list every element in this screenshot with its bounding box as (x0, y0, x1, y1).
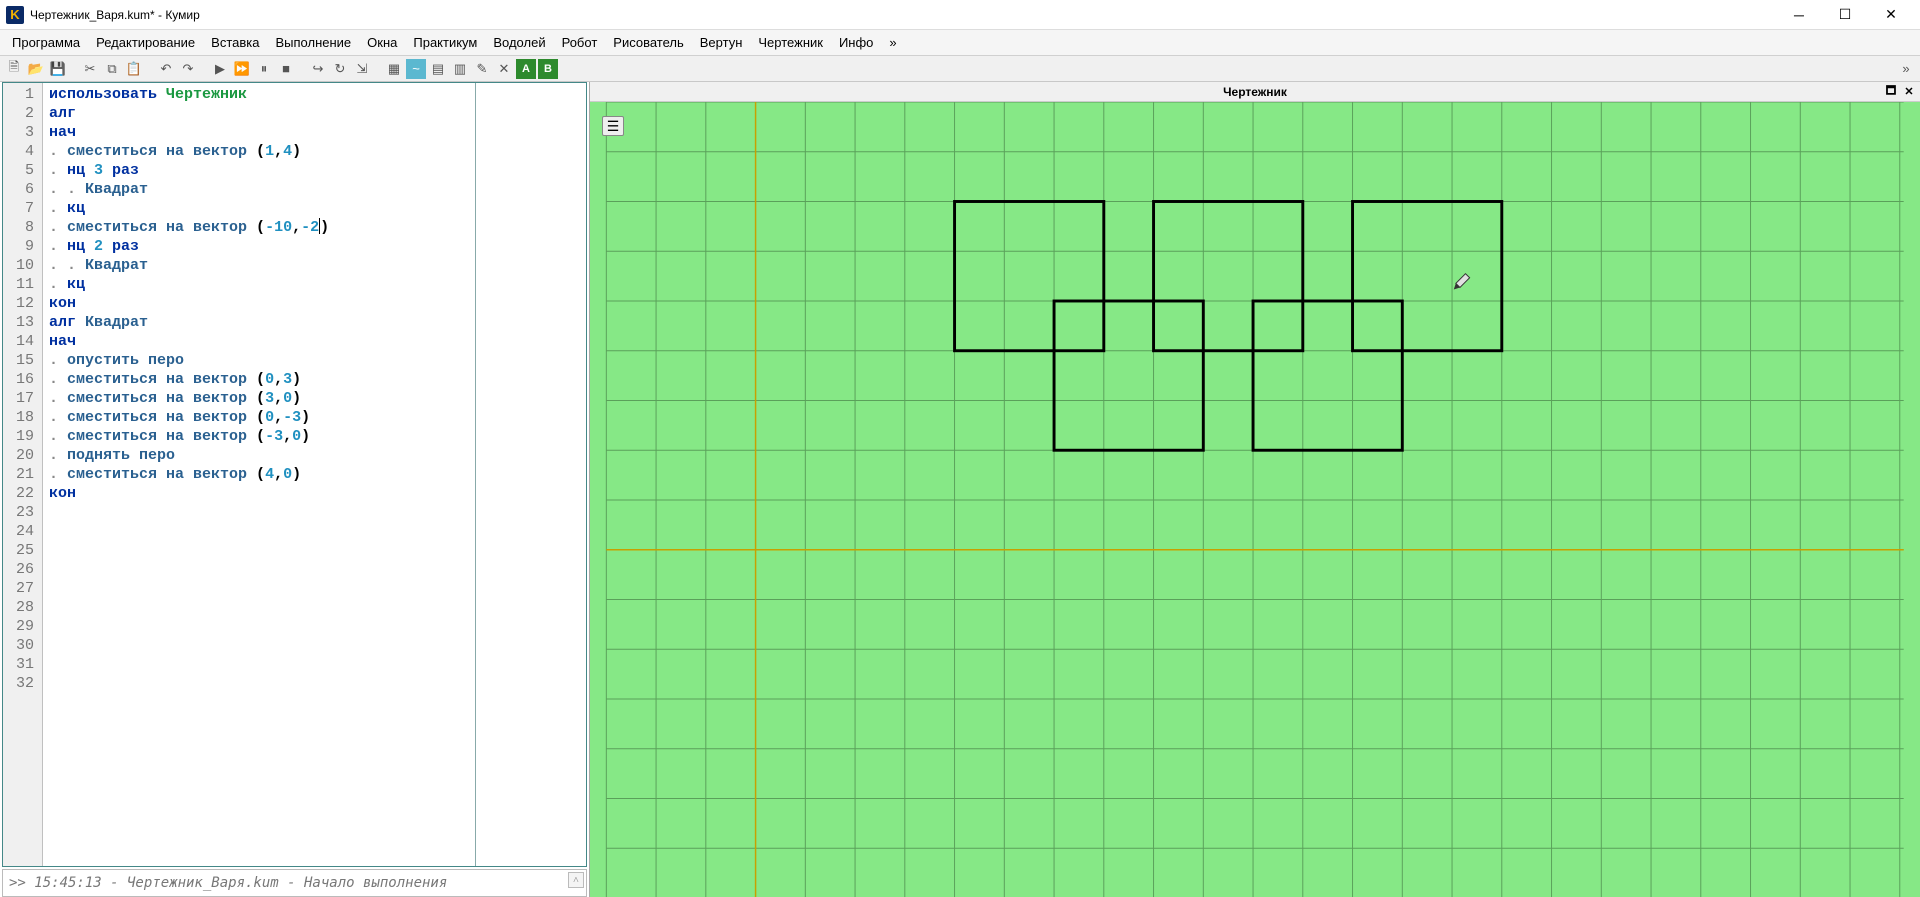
line-gutter: 1234567891011121314151617181920212223242… (3, 83, 43, 866)
copy-icon[interactable]: ⧉ (102, 59, 122, 79)
editor-margin (476, 83, 586, 866)
performer-grid1-icon[interactable]: ▤ (428, 59, 448, 79)
code-line: . нц 2 раз (49, 237, 469, 256)
performer-draw-icon[interactable]: ✎ (472, 59, 492, 79)
open-file-icon[interactable]: 📂 (26, 59, 46, 79)
menu-item[interactable]: Выполнение (267, 32, 359, 53)
code-line: . опустить перо (49, 351, 469, 370)
expand-panel-icon[interactable]: » (1896, 59, 1916, 79)
minimize-button[interactable]: ─ (1776, 0, 1822, 30)
code-line: . сместиться на вектор (0,-3) (49, 408, 469, 427)
close-button[interactable]: ✕ (1868, 0, 1914, 30)
code-line: . нц 3 раз (49, 161, 469, 180)
menu-item[interactable]: Практикум (405, 32, 485, 53)
canvas-title: Чертежник (1223, 85, 1287, 99)
paste-icon[interactable]: 📋 (124, 59, 144, 79)
new-file-icon[interactable]: 🗎 (4, 59, 24, 79)
canvas-close-icon[interactable]: ✕ (1902, 84, 1916, 98)
menu-item[interactable]: Окна (359, 32, 405, 53)
code-line: . поднять перо (49, 446, 469, 465)
code-line: . кц (49, 199, 469, 218)
menu-item[interactable]: Инфо (831, 32, 881, 53)
menu-item[interactable]: Редактирование (88, 32, 203, 53)
run-icon[interactable]: ▶ (210, 59, 230, 79)
menu-item[interactable]: Робот (554, 32, 606, 53)
titlebar: K Чертежник_Варя.kum* - Кумир ─ ☐ ✕ (0, 0, 1920, 30)
menu-item[interactable]: Вертун (692, 32, 751, 53)
code-line: нач (49, 123, 469, 142)
console-scroll-up-icon[interactable]: ˄ (568, 872, 584, 888)
menu-item[interactable]: Рисователь (605, 32, 691, 53)
output-console[interactable]: >> 15:45:13 - Чертежник_Варя.kum - Начал… (2, 869, 587, 897)
code-line: . . Квадрат (49, 180, 469, 199)
code-line: . сместиться на вектор (-10,-2) (49, 218, 469, 237)
code-line: . сместиться на вектор (3,0) (49, 389, 469, 408)
code-line: нач (49, 332, 469, 351)
performer-green1-icon[interactable]: A (516, 59, 536, 79)
code-editor[interactable]: 1234567891011121314151617181920212223242… (2, 82, 587, 867)
toolbar: 🗎 📂 💾 ✂ ⧉ 📋 ↶ ↷ ▶ ⏩ ⏸ ■ ↪ ↻ ⇲ ▦ ~ ▤ ▥ ✎ … (0, 56, 1920, 82)
drawing-canvas[interactable]: ☰ (590, 102, 1920, 897)
step-into-icon[interactable]: ⇲ (352, 59, 372, 79)
menu-item[interactable]: » (881, 32, 904, 53)
code-line: . сместиться на вектор (4,0) (49, 465, 469, 484)
performer-robot-icon[interactable]: ▦ (384, 59, 404, 79)
redo-icon[interactable]: ↷ (178, 59, 198, 79)
canvas-maximize-icon[interactable]: 🗖 (1884, 84, 1898, 98)
code-line: . . Квадрат (49, 256, 469, 275)
run-fast-icon[interactable]: ⏩ (232, 59, 252, 79)
window-controls: ─ ☐ ✕ (1776, 0, 1914, 30)
app-icon: K (6, 6, 24, 24)
code-line: алг (49, 104, 469, 123)
console-line: >> 15:45:13 - Чертежник_Варя.kum - Начал… (9, 875, 447, 891)
code-line: . сместиться на вектор (0,3) (49, 370, 469, 389)
code-line: использовать Чертежник (49, 85, 469, 104)
menu-item[interactable]: Программа (4, 32, 88, 53)
code-area[interactable]: использовать Чертежникалгнач. сместиться… (43, 83, 476, 866)
code-line: . сместиться на вектор (-3,0) (49, 427, 469, 446)
code-line: алг Квадрат (49, 313, 469, 332)
code-line: кон (49, 484, 469, 503)
menu-item[interactable]: Водолей (485, 32, 553, 53)
canvas-titlebar: Чертежник 🗖 ✕ (590, 82, 1920, 102)
performer-green2-icon[interactable]: B (538, 59, 558, 79)
performer-vodoley-icon[interactable]: ~ (406, 59, 426, 79)
window-title: Чертежник_Варя.kum* - Кумир (30, 8, 1776, 22)
undo-icon[interactable]: ↶ (156, 59, 176, 79)
menu-item[interactable]: Вставка (203, 32, 267, 53)
pause-icon[interactable]: ⏸ (254, 59, 274, 79)
maximize-button[interactable]: ☐ (1822, 0, 1868, 30)
menu-item[interactable]: Чертежник (750, 32, 831, 53)
code-line: кон (49, 294, 469, 313)
save-file-icon[interactable]: 💾 (48, 59, 68, 79)
code-line: . сместиться на вектор (1,4) (49, 142, 469, 161)
step-icon[interactable]: ↪ (308, 59, 328, 79)
stop-icon[interactable]: ■ (276, 59, 296, 79)
step-over-icon[interactable]: ↻ (330, 59, 350, 79)
performer-grid2-icon[interactable]: ▥ (450, 59, 470, 79)
canvas-menu-icon[interactable]: ☰ (602, 116, 624, 136)
performer-x-icon[interactable]: ✕ (494, 59, 514, 79)
menubar: ПрограммаРедактированиеВставкаВыполнение… (0, 30, 1920, 56)
code-line: . кц (49, 275, 469, 294)
grid-svg (590, 102, 1920, 897)
cut-icon[interactable]: ✂ (80, 59, 100, 79)
